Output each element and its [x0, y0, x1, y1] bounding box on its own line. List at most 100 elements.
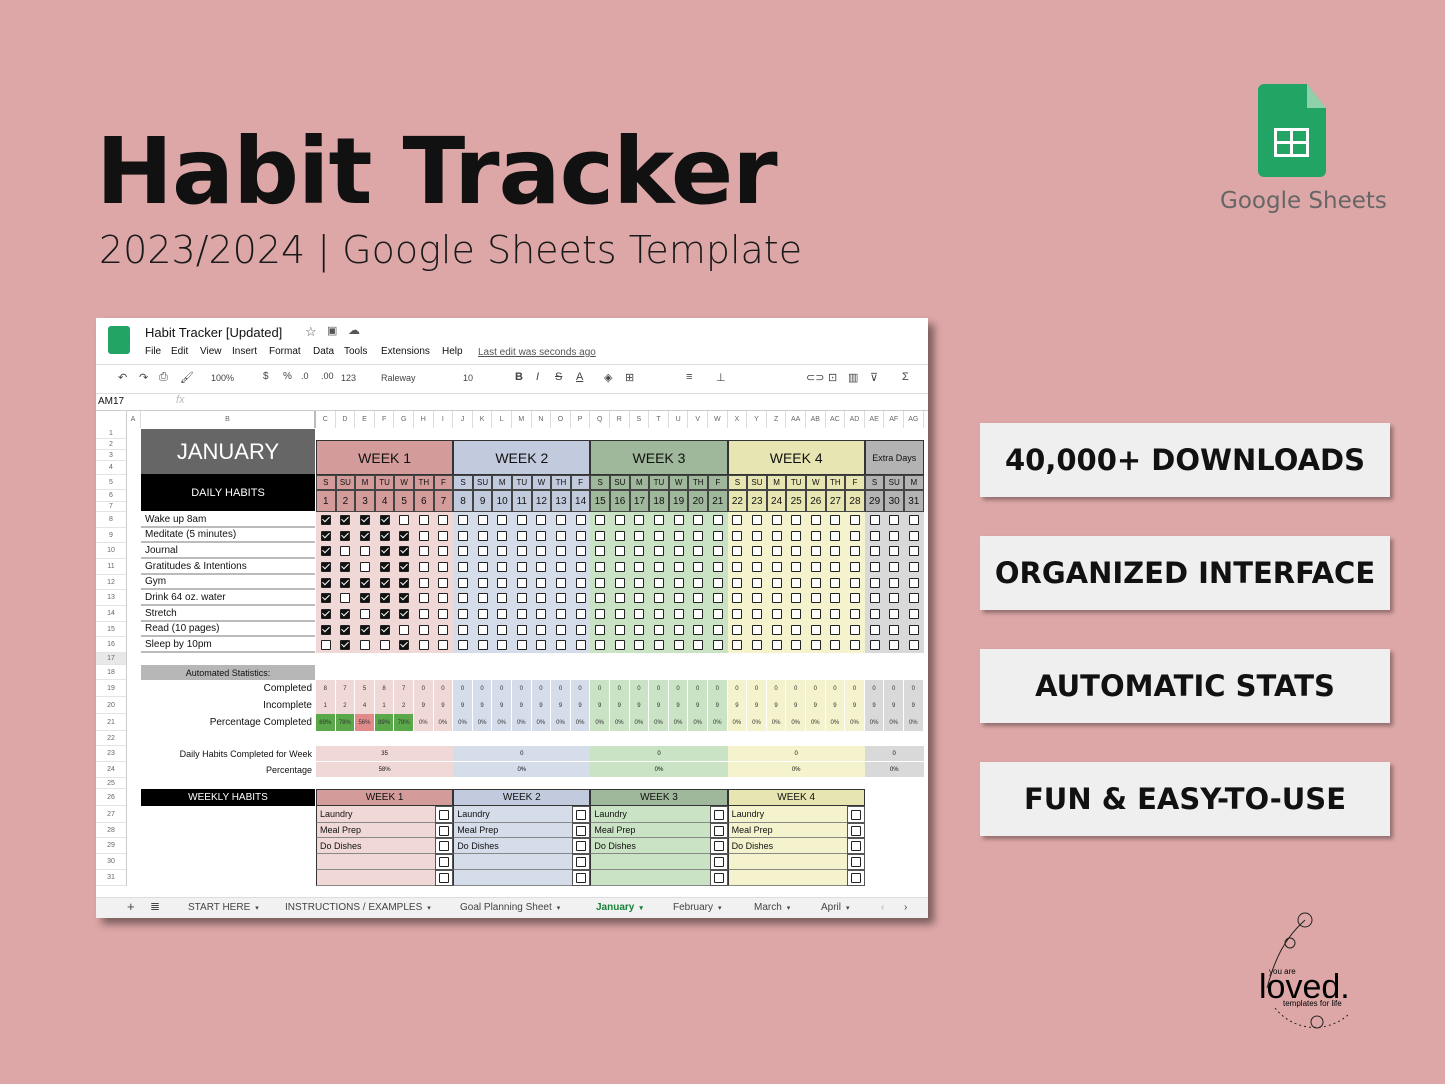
tab-dropdown-icon[interactable]: ▾	[255, 905, 259, 912]
checkbox[interactable]	[751, 515, 762, 525]
checkbox[interactable]	[555, 546, 566, 556]
row-header-8[interactable]: 8	[96, 512, 126, 528]
all-sheets-button[interactable]: ≣	[150, 899, 160, 913]
checkbox[interactable]	[477, 530, 488, 541]
column-header-AD[interactable]: AD	[845, 411, 865, 428]
checkbox[interactable]	[849, 609, 860, 619]
checkbox[interactable]	[908, 562, 919, 572]
checkbox[interactable]	[575, 515, 586, 525]
align-icon[interactable]: ≡	[686, 371, 692, 383]
italic-icon[interactable]: I	[536, 371, 539, 383]
checkbox[interactable]	[791, 546, 802, 556]
checkbox[interactable]	[791, 624, 802, 635]
checkbox[interactable]	[575, 624, 586, 635]
checkbox[interactable]	[477, 609, 488, 619]
checkbox[interactable]	[771, 624, 782, 635]
checkbox[interactable]	[830, 640, 841, 650]
checkbox[interactable]	[810, 593, 821, 603]
checkbox[interactable]	[477, 515, 488, 525]
row-header-24[interactable]: 24	[96, 762, 126, 778]
column-header-AA[interactable]: AA	[786, 411, 806, 428]
checkbox[interactable]	[889, 562, 900, 572]
checkbox[interactable]	[497, 530, 508, 541]
checkbox[interactable]	[771, 577, 782, 588]
checkbox[interactable]	[849, 546, 860, 556]
checkbox[interactable]	[850, 873, 861, 883]
checkbox[interactable]	[673, 515, 684, 525]
column-header-U[interactable]: U	[669, 411, 689, 428]
checkbox[interactable]	[497, 624, 508, 635]
checkbox[interactable]	[908, 546, 919, 556]
checkbox[interactable]	[379, 624, 390, 635]
checkbox[interactable]	[673, 562, 684, 572]
checkbox[interactable]	[516, 624, 527, 635]
checkbox[interactable]	[751, 624, 762, 635]
checkbox[interactable]	[850, 841, 861, 851]
cloud-status-icon[interactable]: ☁	[348, 323, 360, 337]
checkbox[interactable]	[497, 640, 508, 650]
checkbox[interactable]	[713, 841, 724, 851]
checkbox[interactable]	[653, 546, 664, 556]
checkbox[interactable]	[439, 809, 450, 820]
checkbox[interactable]	[889, 640, 900, 650]
checkbox[interactable]	[457, 515, 468, 525]
checkbox[interactable]	[595, 593, 606, 603]
checkbox[interactable]	[477, 593, 488, 603]
checkbox[interactable]	[340, 624, 351, 635]
row-header-27[interactable]: 27	[96, 806, 126, 823]
fill-color-icon[interactable]: ◈	[604, 371, 612, 384]
checkbox[interactable]	[555, 624, 566, 635]
row-header-19[interactable]: 19	[96, 680, 126, 697]
row-header-23[interactable]: 23	[96, 746, 126, 762]
checkbox[interactable]	[732, 640, 743, 650]
checkbox[interactable]	[869, 593, 880, 603]
checkbox[interactable]	[379, 546, 390, 556]
checkbox[interactable]	[340, 515, 351, 525]
checkbox[interactable]	[438, 546, 449, 556]
column-header-P[interactable]: P	[571, 411, 591, 428]
checkbox[interactable]	[634, 530, 645, 541]
font-size-select[interactable]: 10	[463, 373, 473, 383]
checkbox[interactable]	[653, 530, 664, 541]
checkbox[interactable]	[595, 640, 606, 650]
checkbox[interactable]	[830, 530, 841, 541]
checkbox[interactable]	[771, 546, 782, 556]
checkbox[interactable]	[399, 562, 410, 572]
checkbox[interactable]	[359, 562, 370, 572]
font-select[interactable]: Raleway	[381, 373, 416, 383]
increase-decimal-button[interactable]: .00	[321, 371, 334, 381]
column-header-J[interactable]: J	[453, 411, 473, 428]
checkbox[interactable]	[516, 593, 527, 603]
column-header-AG[interactable]: AG	[904, 411, 924, 428]
checkbox[interactable]	[614, 546, 625, 556]
checkbox[interactable]	[457, 562, 468, 572]
menu-format[interactable]: Format	[269, 346, 301, 357]
checkbox[interactable]	[830, 577, 841, 588]
tab-dropdown-icon[interactable]: ▾	[427, 905, 431, 912]
checkbox[interactable]	[614, 577, 625, 588]
checkbox[interactable]	[810, 546, 821, 556]
checkbox[interactable]	[576, 809, 587, 820]
checkbox[interactable]	[889, 624, 900, 635]
row-header-28[interactable]: 28	[96, 823, 126, 838]
checkbox[interactable]	[849, 515, 860, 525]
checkbox[interactable]	[439, 857, 450, 867]
checkbox[interactable]	[575, 577, 586, 588]
checkbox[interactable]	[418, 577, 429, 588]
star-icon[interactable]: ☆	[305, 324, 317, 340]
checkbox[interactable]	[751, 577, 762, 588]
checkbox[interactable]	[634, 640, 645, 650]
checkbox[interactable]	[771, 609, 782, 619]
checkbox[interactable]	[595, 624, 606, 635]
checkbox[interactable]	[438, 562, 449, 572]
checkbox[interactable]	[889, 609, 900, 619]
checkbox[interactable]	[399, 593, 410, 603]
checkbox[interactable]	[595, 562, 606, 572]
checkbox[interactable]	[908, 640, 919, 650]
checkbox[interactable]	[340, 530, 351, 541]
checkbox[interactable]	[576, 825, 587, 836]
checkbox[interactable]	[477, 546, 488, 556]
checkbox[interactable]	[379, 593, 390, 603]
checkbox[interactable]	[399, 624, 410, 635]
checkbox[interactable]	[791, 515, 802, 525]
